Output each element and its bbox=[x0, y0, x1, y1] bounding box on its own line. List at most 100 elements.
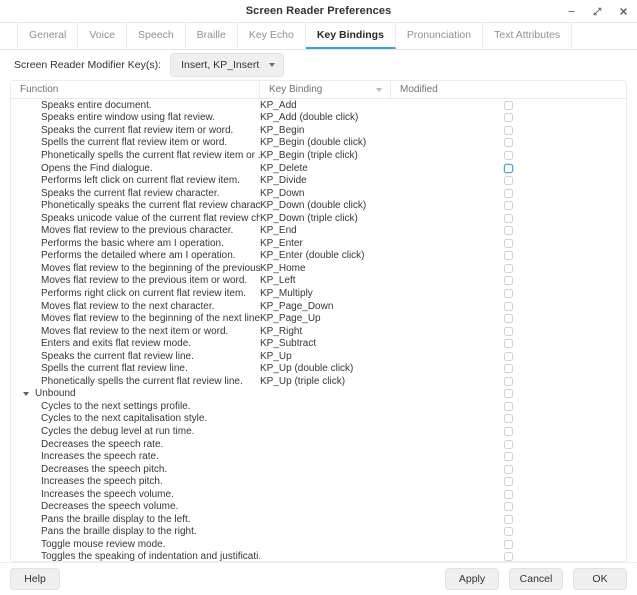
modified-checkbox[interactable] bbox=[504, 125, 513, 135]
tab-pronunciation[interactable]: Pronunciation bbox=[396, 23, 484, 49]
modified-checkbox[interactable] bbox=[504, 414, 513, 424]
modified-checkbox[interactable] bbox=[504, 150, 513, 160]
modified-checkbox[interactable] bbox=[504, 138, 513, 148]
close-icon[interactable] bbox=[615, 3, 631, 19]
modifier-key-label: Screen Reader Modifier Key(s): bbox=[14, 59, 162, 71]
modified-checkbox[interactable] bbox=[504, 201, 513, 211]
table-row[interactable]: Moves flat review to the previous item o… bbox=[11, 275, 626, 288]
modified-checkbox[interactable] bbox=[504, 100, 513, 110]
table-group-row[interactable]: Unbound bbox=[11, 388, 626, 401]
table-row[interactable]: Speaks entire window using flat review. K… bbox=[11, 112, 626, 125]
table-row[interactable]: Moves flat review to the next character.… bbox=[11, 300, 626, 313]
apply-button[interactable]: Apply bbox=[445, 568, 499, 590]
table-row[interactable]: Performs left click on current flat revi… bbox=[11, 174, 626, 187]
table-row[interactable]: Phonetically spells the current flat rev… bbox=[11, 149, 626, 162]
modified-checkbox[interactable] bbox=[504, 301, 513, 311]
table-row[interactable]: Moves flat review to the previous charac… bbox=[11, 224, 626, 237]
modified-checkbox[interactable] bbox=[504, 276, 513, 286]
tab-voice[interactable]: Voice bbox=[78, 23, 128, 49]
modified-checkbox[interactable] bbox=[504, 514, 513, 524]
modified-checkbox[interactable] bbox=[504, 226, 513, 236]
table-row[interactable]: Speaks the current flat review line. KP_U… bbox=[11, 350, 626, 363]
modified-checkbox[interactable] bbox=[504, 288, 513, 298]
table-row[interactable]: Cycles to the next settings profile. bbox=[11, 400, 626, 413]
cell-function: Opens the Find dialogue. bbox=[41, 162, 153, 174]
modified-checkbox[interactable] bbox=[504, 251, 513, 261]
modified-checkbox[interactable] bbox=[504, 489, 513, 499]
modified-checkbox[interactable] bbox=[504, 113, 513, 123]
table-row[interactable]: Decreases the speech pitch. bbox=[11, 463, 626, 476]
table-row[interactable]: Speaks unicode value of the current flat… bbox=[11, 212, 626, 225]
modified-checkbox[interactable] bbox=[504, 439, 513, 449]
table-row[interactable]: Enters and exits flat review mode. KP_Sub… bbox=[11, 337, 626, 350]
modified-checkbox[interactable] bbox=[504, 464, 513, 474]
column-header-key-binding[interactable]: Key Binding bbox=[260, 81, 391, 98]
modified-checkbox[interactable] bbox=[504, 527, 513, 537]
table-row[interactable]: Toggles the speaking of indentation and … bbox=[11, 551, 626, 561]
modified-checkbox[interactable] bbox=[504, 188, 513, 198]
table-row[interactable]: Pans the braille display to the left. bbox=[11, 513, 626, 526]
modified-checkbox[interactable] bbox=[504, 351, 513, 361]
expander-triangle-icon[interactable] bbox=[23, 391, 29, 396]
tab-speech[interactable]: Speech bbox=[127, 23, 186, 49]
column-header-modified[interactable]: Modified bbox=[391, 81, 626, 98]
table-row[interactable]: Performs the basic where am I operation.… bbox=[11, 237, 626, 250]
modified-checkbox[interactable] bbox=[504, 539, 513, 549]
table-row[interactable]: Speaks entire document. KP_Add bbox=[11, 99, 626, 112]
table-row[interactable]: Opens the Find dialogue. KP_Delete bbox=[11, 162, 626, 175]
tab-braille[interactable]: Braille bbox=[186, 23, 238, 49]
table-row[interactable]: Performs right click on current flat rev… bbox=[11, 287, 626, 300]
modified-checkbox[interactable] bbox=[504, 263, 513, 273]
minimize-icon[interactable] bbox=[563, 3, 579, 19]
ok-button[interactable]: OK bbox=[573, 568, 627, 590]
cell-modified bbox=[391, 238, 626, 248]
table-row[interactable]: Decreases the speech rate. bbox=[11, 438, 626, 451]
modified-checkbox[interactable] bbox=[504, 238, 513, 248]
modified-checkbox[interactable] bbox=[504, 389, 513, 399]
table-row[interactable]: Cycles the debug level at run time. bbox=[11, 425, 626, 438]
table-row[interactable]: Increases the speech rate. bbox=[11, 450, 626, 463]
modified-checkbox[interactable] bbox=[504, 376, 513, 386]
table-row[interactable]: Spells the current flat review line. KP_U… bbox=[11, 362, 626, 375]
modified-checkbox[interactable] bbox=[504, 339, 513, 349]
tab-key-echo[interactable]: Key Echo bbox=[238, 23, 306, 49]
table-row[interactable]: Phonetically speaks the current flat rev… bbox=[11, 199, 626, 212]
maximize-icon[interactable] bbox=[589, 3, 605, 19]
help-button[interactable]: Help bbox=[10, 568, 60, 590]
table-row[interactable]: Speaks the current flat review item or w… bbox=[11, 124, 626, 137]
table-row[interactable]: Performs the detailed where am I operati… bbox=[11, 250, 626, 263]
modified-checkbox[interactable] bbox=[504, 213, 513, 223]
cancel-button[interactable]: Cancel bbox=[509, 568, 563, 590]
modified-checkbox[interactable] bbox=[504, 477, 513, 487]
cell-modified bbox=[391, 389, 626, 399]
modified-checkbox[interactable] bbox=[504, 401, 513, 411]
table-row[interactable]: Speaks the current flat review character… bbox=[11, 187, 626, 200]
table-row[interactable]: Increases the speech volume. bbox=[11, 488, 626, 501]
modifier-key-dropdown[interactable]: Insert, KP_Insert bbox=[170, 53, 285, 77]
table-row[interactable]: Moves flat review to the next item or wo… bbox=[11, 325, 626, 338]
table-row[interactable]: Moves flat review to the beginning of th… bbox=[11, 312, 626, 325]
table-row[interactable]: Toggle mouse review mode. bbox=[11, 538, 626, 551]
table-row[interactable]: Decreases the speech volume. bbox=[11, 501, 626, 514]
table-row[interactable]: Pans the braille display to the right. bbox=[11, 526, 626, 539]
tab-general[interactable]: General bbox=[17, 23, 79, 49]
modified-checkbox[interactable] bbox=[504, 502, 513, 512]
modified-checkbox[interactable] bbox=[504, 364, 513, 374]
modified-checkbox[interactable] bbox=[504, 326, 513, 336]
tab-key-bindings[interactable]: Key Bindings bbox=[305, 23, 396, 49]
table-row[interactable]: Increases the speech pitch. bbox=[11, 475, 626, 488]
modified-checkbox[interactable] bbox=[504, 552, 513, 561]
table-body: Speaks entire document. KP_Add Speaks enti… bbox=[11, 99, 626, 561]
table-row[interactable]: Spells the current flat review item or w… bbox=[11, 137, 626, 150]
modified-checkbox[interactable] bbox=[504, 426, 513, 436]
modified-checkbox[interactable] bbox=[504, 176, 513, 186]
cell-key-binding: KP_Down (triple click) bbox=[260, 212, 358, 224]
column-header-function[interactable]: Function bbox=[11, 81, 260, 98]
table-row[interactable]: Phonetically spells the current flat rev… bbox=[11, 375, 626, 388]
table-row[interactable]: Cycles to the next capitalisation style. bbox=[11, 413, 626, 426]
table-row[interactable]: Moves flat review to the beginning of th… bbox=[11, 262, 626, 275]
modified-checkbox[interactable] bbox=[504, 452, 513, 462]
tab-text-attributes[interactable]: Text Attributes bbox=[483, 23, 573, 49]
modified-checkbox[interactable] bbox=[504, 314, 513, 324]
modified-checkbox[interactable] bbox=[504, 163, 513, 173]
